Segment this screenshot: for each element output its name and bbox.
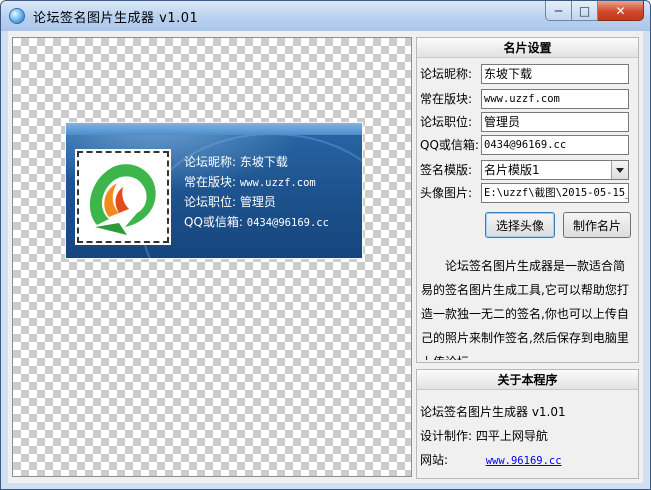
card-text-block: 论坛昵称: 东坡下载 常在版块: www.uzzf.com 论坛职位: 管理员 … <box>184 152 329 232</box>
card-board: 常在版块: www.uzzf.com <box>184 172 329 192</box>
about-designer: 设计制作: 四平上网导航 <box>420 429 548 443</box>
about-app-name: 论坛签名图片生成器 v1.01 <box>420 403 566 421</box>
app-window: 论坛签名图片生成器 v1.01 ─ □ ✕ 论坛昵称: 东坡下载 常在版块: w… <box>0 0 651 490</box>
board-label: 常在版块: <box>420 92 473 106</box>
minimize-button[interactable]: ─ <box>545 1 572 21</box>
app-icon <box>9 8 25 24</box>
client-area: 论坛昵称: 东坡下载 常在版块: www.uzzf.com 论坛职位: 管理员 … <box>8 31 643 483</box>
card-top-band <box>66 123 362 135</box>
card-nickname: 论坛昵称: 东坡下载 <box>184 155 288 169</box>
about-app-name-text: 论坛签名图片生成器 v1.01 <box>420 405 566 419</box>
position-input[interactable]: 管理员 <box>481 112 629 132</box>
description-text: 论坛签名图片生成器是一款适合简易的签名图片生成工具,它可以帮助您打造一款独一无二… <box>421 259 629 360</box>
card-qq: QQ或信箱: 0434@96169.cc <box>184 212 329 232</box>
about-site: 网站: www.96169.cc <box>420 451 562 469</box>
signature-preview-canvas: 论坛昵称: 东坡下载 常在版块: www.uzzf.com 论坛职位: 管理员 … <box>12 37 412 477</box>
maximize-button[interactable]: □ <box>572 1 598 21</box>
avatar-path-label: 头像图片: <box>420 186 473 200</box>
nickname-label: 论坛昵称: <box>420 67 473 81</box>
about-panel: 关于本程序 论坛签名图片生成器 v1.01 设计制作: 四平上网导航 网站: w… <box>416 369 639 479</box>
card-qq-label: QQ或信箱: <box>184 215 247 229</box>
qq-input[interactable]: 0434@96169.cc <box>481 135 629 155</box>
template-select[interactable]: 名片模版1 <box>481 160 629 180</box>
close-button[interactable]: ✕ <box>598 1 644 21</box>
template-selected-value: 名片模版1 <box>484 163 540 177</box>
logo-icon <box>89 164 156 235</box>
window-title: 论坛签名图片生成器 v1.01 <box>33 11 199 26</box>
board-input[interactable]: www.uzzf.com <box>481 89 629 109</box>
settings-panel: 名片设置 论坛昵称: 东坡下载 常在版块: www.uzzf.com 论坛职位:… <box>416 37 639 363</box>
about-site-label: 网站: <box>420 453 449 467</box>
card-qq-value: 0434@96169.cc <box>246 217 329 229</box>
site-link[interactable]: www.96169.cc <box>486 455 562 467</box>
about-title: 关于本程序 <box>417 370 638 390</box>
qq-label: QQ或信箱: <box>420 138 479 152</box>
window-controls: ─ □ ✕ <box>545 1 644 21</box>
nickname-input[interactable]: 东坡下载 <box>481 64 629 84</box>
chevron-down-icon[interactable] <box>611 161 628 179</box>
template-label: 签名模版: <box>420 163 473 177</box>
card-board-value: www.uzzf.com <box>239 177 316 189</box>
avatar-path-input[interactable]: E:\uzzf\截图\2015-05-15_ <box>481 183 629 203</box>
card-position: 论坛职位: 管理员 <box>184 195 276 209</box>
position-label: 论坛职位: <box>420 115 473 129</box>
card-board-label: 常在版块: <box>184 175 240 189</box>
title-bar[interactable]: 论坛签名图片生成器 v1.01 ─ □ ✕ <box>1 1 650 31</box>
settings-title: 名片设置 <box>417 38 638 58</box>
choose-avatar-button[interactable]: 选择头像 <box>485 212 555 238</box>
make-card-button[interactable]: 制作名片 <box>563 212 631 238</box>
signature-card: 论坛昵称: 东坡下载 常在版块: www.uzzf.com 论坛职位: 管理员 … <box>65 122 363 259</box>
avatar <box>75 149 171 245</box>
